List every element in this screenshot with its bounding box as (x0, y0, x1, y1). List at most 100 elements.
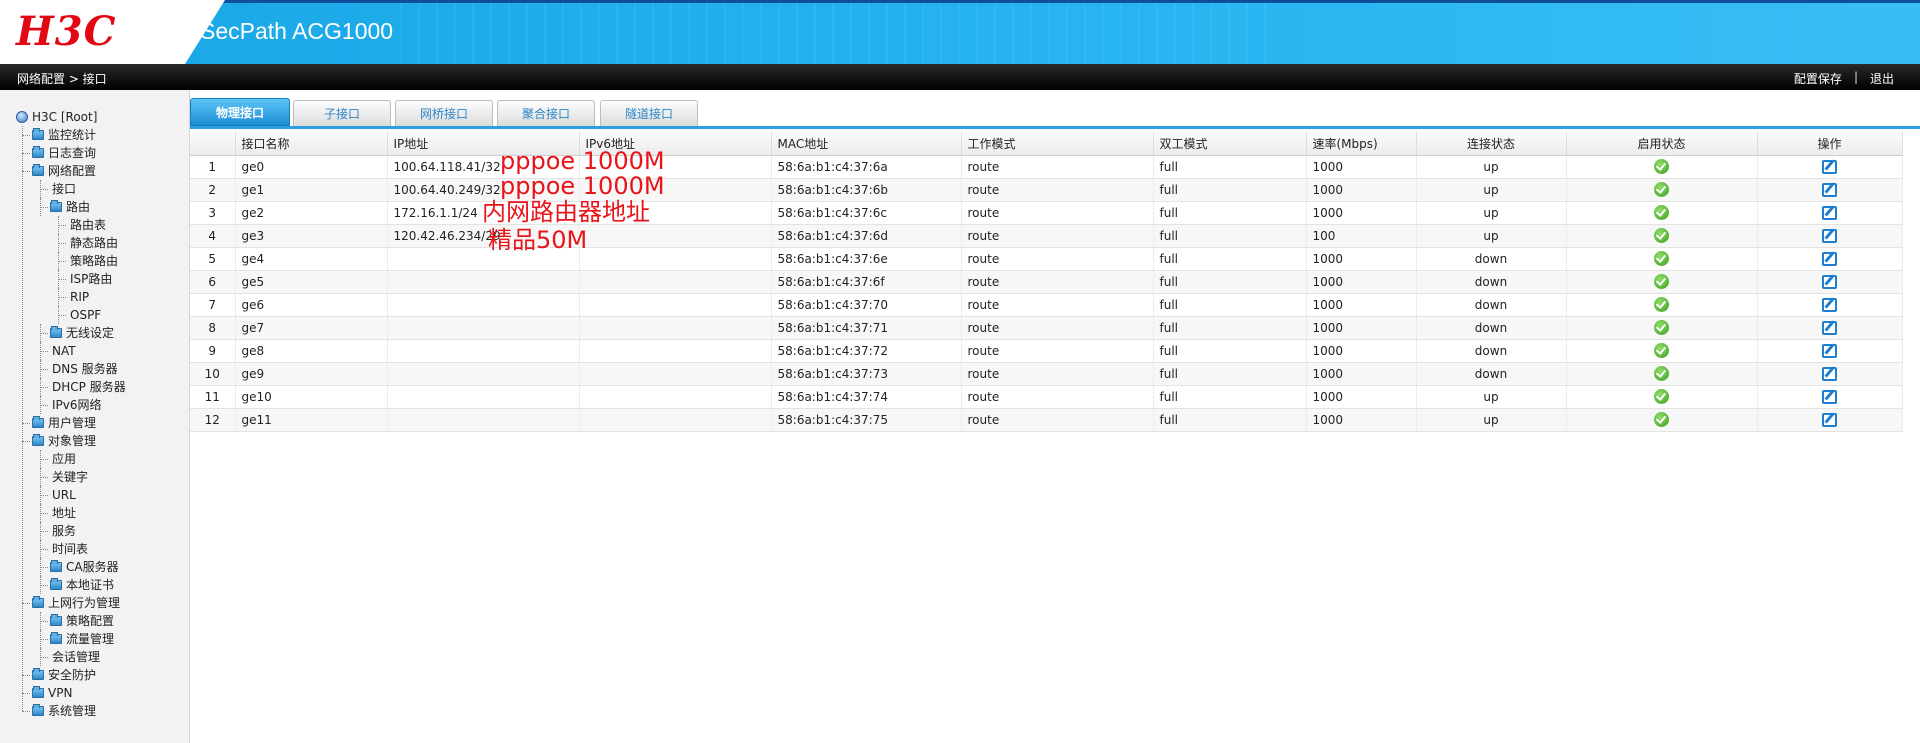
edit-icon[interactable] (1822, 389, 1837, 404)
edit-icon[interactable] (1822, 274, 1837, 289)
table-cell: ge7 (235, 316, 388, 340)
tree-branch-line (40, 585, 48, 586)
sidebar-item[interactable]: RIP (0, 288, 190, 306)
sidebar-item[interactable]: NAT (0, 342, 190, 360)
navbar-actions: 配置保存 | 退出 (1794, 70, 1894, 87)
table-cell: ge0 (235, 155, 388, 179)
edit-icon[interactable] (1822, 297, 1837, 312)
edit-icon[interactable] (1822, 251, 1837, 266)
tree-branch-line (58, 225, 66, 226)
table-row[interactable]: 12 ge11 58:6a:b1:c4:37:75 route full 1000 up (190, 408, 1903, 432)
sidebar-item[interactable]: IPv6网络 (0, 396, 190, 414)
sidebar-item[interactable]: 路由表 (0, 216, 190, 234)
tab-physical[interactable]: 物理接口 (190, 98, 290, 126)
table-row[interactable]: 9 ge8 58:6a:b1:c4:37:72 route full 1000 down (190, 339, 1903, 363)
folder-icon (50, 326, 62, 338)
sidebar-item[interactable]: 对象管理 (0, 432, 190, 450)
tree-root-label: H3C [Root] (32, 110, 98, 124)
table-row[interactable]: 6 ge5 58:6a:b1:c4:37:6f route full 1000 down (190, 270, 1903, 294)
column-header[interactable]: 接口名称 (235, 132, 388, 156)
table-cell: full (1153, 339, 1307, 363)
folder-icon (32, 146, 44, 158)
action-cell (1757, 385, 1903, 409)
sidebar-item[interactable]: 路由 (0, 198, 190, 216)
tree-root[interactable]: H3C [Root] (0, 108, 190, 126)
sidebar-item[interactable]: VPN (0, 684, 190, 702)
table-body: 1 ge0 100.64.118.41/32 58:6a:b1:c4:37:6a rou… (190, 155, 1903, 432)
edit-icon[interactable] (1822, 320, 1837, 335)
edit-icon[interactable] (1822, 159, 1837, 174)
table-row[interactable]: 1 ge0 100.64.118.41/32 58:6a:b1:c4:37:6a rou… (190, 155, 1903, 179)
sidebar-item-label: 路由 (66, 200, 91, 214)
column-header[interactable]: 双工模式 (1153, 132, 1307, 156)
sidebar-item[interactable]: OSPF (0, 306, 190, 324)
sidebar-item[interactable]: 策略配置 (0, 612, 190, 630)
tab-aggregate[interactable]: 聚合接口 (497, 100, 595, 126)
sidebar-item[interactable]: 静态路由 (0, 234, 190, 252)
tree-branch-line (40, 477, 48, 478)
sidebar-item[interactable]: URL (0, 486, 190, 504)
sidebar-item[interactable]: 本地证书 (0, 576, 190, 594)
column-header[interactable]: 连接状态 (1416, 132, 1567, 156)
table-row[interactable]: 2 ge1 100.64.40.249/32 58:6a:b1:c4:37:6b rou… (190, 178, 1903, 202)
sidebar-item-label: 策略配置 (66, 614, 115, 628)
edit-icon[interactable] (1822, 412, 1837, 427)
tree-branch-line (40, 459, 48, 460)
check-circle-icon (1654, 297, 1669, 312)
edit-icon[interactable] (1822, 343, 1837, 358)
sidebar-item[interactable]: 日志查询 (0, 144, 190, 162)
sidebar-item[interactable]: CA服务器 (0, 558, 190, 576)
column-header[interactable] (190, 132, 236, 156)
table-row[interactable]: 4 ge3 120.42.46.234/29 58:6a:b1:c4:37:6d rou… (190, 224, 1903, 248)
sidebar-item[interactable]: DHCP 服务器 (0, 378, 190, 396)
table-row[interactable]: 11 ge10 58:6a:b1:c4:37:74 route full 1000 up (190, 385, 1903, 409)
sidebar-item[interactable]: 流量管理 (0, 630, 190, 648)
column-header[interactable]: 启用状态 (1566, 132, 1758, 156)
sidebar-item[interactable]: 服务 (0, 522, 190, 540)
sidebar-item[interactable]: 安全防护 (0, 666, 190, 684)
tree-branch-line (40, 207, 48, 208)
sidebar-item[interactable]: 应用 (0, 450, 190, 468)
tab-bridge[interactable]: 网桥接口 (395, 100, 493, 126)
table-row[interactable]: 7 ge6 58:6a:b1:c4:37:70 route full 1000 down (190, 293, 1903, 317)
sidebar-item[interactable]: 接口 (0, 180, 190, 198)
logout-link[interactable]: 退出 (1870, 70, 1894, 87)
sidebar: H3C [Root] 监控统计 日志查询 网络配置 接口路由路由表 静态路由 策略路由 IS… (0, 90, 190, 743)
column-header[interactable]: MAC地址 (771, 132, 962, 156)
sidebar-item[interactable]: 策略路由 (0, 252, 190, 270)
edit-icon[interactable] (1822, 366, 1837, 381)
top-navbar: 网络配置 > 接口 配置保存 | 退出 (0, 64, 1920, 90)
table-cell: up (1416, 385, 1567, 409)
column-header[interactable]: 工作模式 (961, 132, 1154, 156)
tab-sub[interactable]: 子接口 (293, 100, 391, 126)
sidebar-item[interactable]: ISP路由 (0, 270, 190, 288)
sidebar-item[interactable]: 无线设定 (0, 324, 190, 342)
sidebar-item[interactable]: DNS 服务器 (0, 360, 190, 378)
sidebar-item[interactable]: 会话管理 (0, 648, 190, 666)
table-row[interactable]: 8 ge7 58:6a:b1:c4:37:71 route full 1000 down (190, 316, 1903, 340)
sidebar-item[interactable]: 关键字 (0, 468, 190, 486)
save-config-link[interactable]: 配置保存 (1794, 70, 1842, 87)
edit-icon[interactable] (1822, 205, 1837, 220)
tree-branch-line (40, 387, 48, 388)
edit-icon[interactable] (1822, 228, 1837, 243)
table-row[interactable]: 10 ge9 58:6a:b1:c4:37:73 route full 1000 down (190, 362, 1903, 386)
sidebar-item[interactable]: 网络配置 (0, 162, 190, 180)
tree-level-line (40, 342, 41, 360)
sidebar-item[interactable]: 监控统计 (0, 126, 190, 144)
tab-tunnel[interactable]: 隧道接口 (600, 100, 698, 126)
check-circle-icon (1654, 366, 1669, 381)
sidebar-item[interactable]: 系统管理 (0, 702, 190, 720)
sidebar-item[interactable]: 上网行为管理 (0, 594, 190, 612)
table-row[interactable]: 3 ge2 172.16.1.1/24 58:6a:b1:c4:37:6c route f… (190, 201, 1903, 225)
edit-icon[interactable] (1822, 182, 1837, 197)
table-row[interactable]: 5 ge4 58:6a:b1:c4:37:6e route full 1000 down (190, 247, 1903, 271)
table-cell: down (1416, 270, 1567, 294)
action-cell (1757, 270, 1903, 294)
column-header[interactable]: 操作 (1757, 132, 1903, 156)
sidebar-item[interactable]: 时间表 (0, 540, 190, 558)
sidebar-item[interactable]: 地址 (0, 504, 190, 522)
tree-level-line (58, 234, 59, 252)
sidebar-item[interactable]: 用户管理 (0, 414, 190, 432)
column-header[interactable]: 速率(Mbps) (1306, 132, 1417, 156)
